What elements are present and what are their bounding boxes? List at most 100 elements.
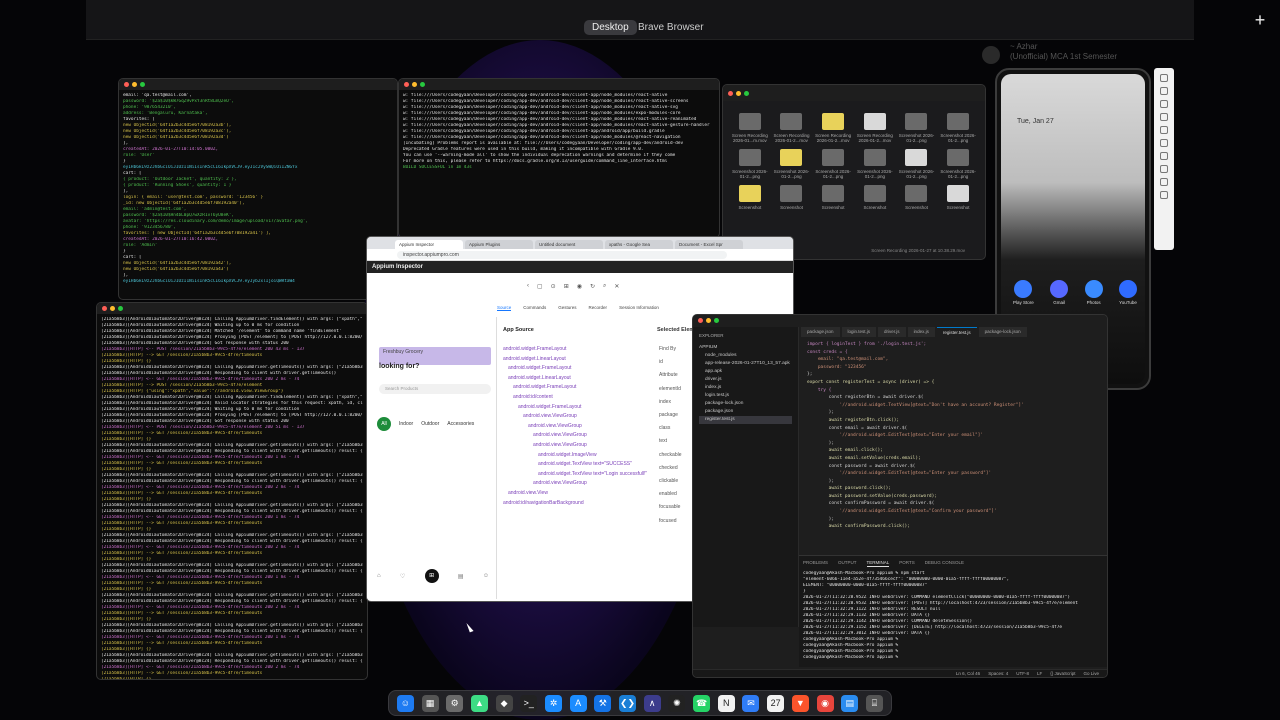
url-field[interactable]: inspector.appiumpro.com <box>397 250 727 259</box>
file-tree-item[interactable]: package.json <box>699 408 792 416</box>
xml-node[interactable]: android.view.View <box>503 489 653 499</box>
xml-node[interactable]: android.widget.FrameLayout <box>503 345 653 355</box>
xml-node[interactable]: android.widget.ImageView <box>503 451 653 461</box>
finder-file-item[interactable]: Screenshot <box>773 185 811 210</box>
app-shortcut[interactable]: Gmail <box>1050 280 1069 305</box>
inspector-toolbar-icon[interactable]: ⊞ <box>564 283 569 290</box>
finder-file-item[interactable]: Screen Recording 2026-01...m.mov <box>731 113 769 143</box>
editor-tab[interactable]: register.test.js <box>936 327 977 337</box>
xml-node[interactable]: android.view.ViewGroup <box>503 412 653 422</box>
xml-node[interactable]: android.widget.FrameLayout <box>503 364 653 374</box>
finder-file-item[interactable]: Screenshot 2026-01-2...png <box>773 149 811 179</box>
status-item[interactable]: Go Live <box>1083 671 1099 676</box>
system-settings-icon[interactable]: ⚙ <box>446 694 464 712</box>
category-chip[interactable]: Indoor <box>399 421 413 427</box>
xml-node[interactable]: android:id/navigationBarBackground <box>503 499 653 509</box>
vscode-icon[interactable]: ❮❯ <box>619 694 637 712</box>
finder-file-item[interactable]: Screenshot 2026-01-2...png <box>939 113 977 143</box>
maximize-icon[interactable] <box>118 306 123 311</box>
finder-file-item[interactable]: Screenshot <box>731 185 769 210</box>
status-item[interactable]: UTF-8 <box>1016 671 1029 676</box>
vscode-window[interactable]: package.json login.test.js driver.js index.… <box>692 314 1108 678</box>
rotate-icon[interactable] <box>1160 113 1168 121</box>
xml-node[interactable]: android.view.ViewGroup <box>503 441 653 451</box>
panel-tab[interactable]: DEBUG CONSOLE <box>925 560 964 567</box>
xml-node[interactable]: android.widget.TextView text="SUCCESS" <box>503 460 653 470</box>
minimize-icon[interactable] <box>736 90 741 96</box>
finder-file-item[interactable]: Screen Recording 2026-01-2...mov <box>856 113 894 143</box>
terminal-window-gradle[interactable]: w: file:///Users/codegyaan/Developer/cod… <box>398 78 720 238</box>
camera-icon[interactable] <box>1160 126 1168 134</box>
xml-node[interactable]: android.widget.LinearLayout <box>503 374 653 384</box>
editor-tab[interactable]: login.test.js <box>841 327 877 337</box>
app-icon[interactable]: ◆ <box>495 694 513 712</box>
zoom-icon[interactable] <box>1160 139 1168 147</box>
xml-node[interactable]: android.widget.TextView text="Login succ… <box>503 470 653 480</box>
chatgpt-icon[interactable]: ✺ <box>668 694 686 712</box>
android-studio-icon[interactable]: ▲ <box>470 694 488 712</box>
file-tree-item[interactable]: driver.js <box>699 376 792 384</box>
close-icon[interactable] <box>124 82 129 87</box>
browser-tab[interactable]: Appium Inspector <box>395 240 463 249</box>
back-icon[interactable] <box>1160 152 1168 160</box>
bottom-nav-icon[interactable]: ▤ <box>458 573 464 580</box>
browser-tab[interactable]: Untitled document <box>535 240 603 249</box>
instruments-icon[interactable]: ∧ <box>643 694 661 712</box>
window-titlebar[interactable] <box>723 85 985 101</box>
xml-node[interactable]: android.widget.LinearLayout <box>503 355 653 365</box>
file-tree-item[interactable]: app.apk <box>699 368 792 376</box>
bottom-nav-icon[interactable]: ♡ <box>400 573 405 580</box>
terminal-icon[interactable]: >_ <box>520 694 538 712</box>
file-tree-item[interactable]: register.test.js <box>699 416 792 424</box>
app-store-icon[interactable]: A <box>569 694 587 712</box>
panel-tab[interactable]: TERMINAL <box>866 560 890 567</box>
volume-up-icon[interactable] <box>1160 87 1168 95</box>
maximize-icon[interactable] <box>714 318 719 323</box>
status-item[interactable]: LF <box>1037 671 1042 676</box>
volume-down-icon[interactable] <box>1160 100 1168 108</box>
status-item[interactable]: Ln 6, Col 46 <box>956 671 980 676</box>
category-chip[interactable]: Outdoor <box>421 421 439 427</box>
space-tab-desktop[interactable]: Desktop <box>584 20 637 35</box>
status-item[interactable]: {} JavaScript <box>1050 671 1075 676</box>
finder-file-item[interactable]: Screen Recording 2026-01-2...mov <box>814 113 852 143</box>
finder-file-item[interactable]: Screenshot 2026-01-2...png <box>939 149 977 179</box>
finder-file-item[interactable]: Screenshot <box>939 185 977 210</box>
launchpad-icon[interactable]: ▦ <box>421 694 439 712</box>
status-item[interactable]: Spaces: 4 <box>988 671 1008 676</box>
bottom-nav-icon[interactable]: ⊞ <box>424 569 439 583</box>
close-icon[interactable] <box>728 90 733 96</box>
finder-file-item[interactable]: Screenshot 2026-01-2...png <box>856 149 894 179</box>
product-search-input[interactable]: Search Products <box>379 384 491 394</box>
inspector-toolbar-icon[interactable]: ◉ <box>577 283 582 290</box>
window-titlebar[interactable] <box>97 303 367 314</box>
xml-node[interactable]: android.widget.FrameLayout <box>503 403 653 413</box>
finder-file-item[interactable]: Screen Recording 2026-01-2...mov <box>773 113 811 143</box>
whatsapp-icon[interactable]: ☎ <box>693 694 711 712</box>
more-icon[interactable] <box>1160 191 1168 199</box>
terminal-window-data[interactable]: email: 'qa.test@mail.com', password: '$2a… <box>118 78 398 300</box>
trash-icon[interactable]: ⌸ <box>865 694 883 712</box>
inspector-toolbar-icon[interactable]: ▢ <box>537 283 543 290</box>
add-space-button[interactable]: + <box>1250 10 1270 30</box>
inspector-toolbar-icon[interactable]: ✕ <box>614 283 619 290</box>
integrated-terminal[interactable]: PROBLEMS OUTPUT TERMINAL PORTS DEBUG CONSOLE… <box>799 555 1107 667</box>
minimize-icon[interactable] <box>132 82 137 87</box>
category-chip[interactable]: All <box>377 417 391 431</box>
bottom-nav-icon[interactable]: ☺ <box>483 573 489 579</box>
finder-file-item[interactable]: Screenshot 2026-01-2...png <box>731 149 769 179</box>
panel-tab[interactable]: PROBLEMS <box>803 560 828 567</box>
notion-icon[interactable]: N <box>717 694 735 712</box>
editor-tab[interactable]: package.json <box>801 327 840 337</box>
home-icon[interactable] <box>1160 165 1168 173</box>
inspector-tab[interactable]: Commands <box>523 305 546 311</box>
xml-node[interactable]: android.view.ViewGroup <box>503 431 653 441</box>
xml-node[interactable]: android.widget.FrameLayout <box>503 383 653 393</box>
xml-node[interactable]: android.view.ViewGroup <box>503 422 653 432</box>
chrome-icon[interactable]: ◉ <box>816 694 834 712</box>
minimize-icon[interactable] <box>706 318 711 323</box>
close-icon[interactable] <box>404 82 409 87</box>
window-titlebar[interactable] <box>119 79 397 90</box>
maximize-icon[interactable] <box>420 82 425 87</box>
file-tree-item[interactable]: package-lock.json <box>699 400 792 408</box>
